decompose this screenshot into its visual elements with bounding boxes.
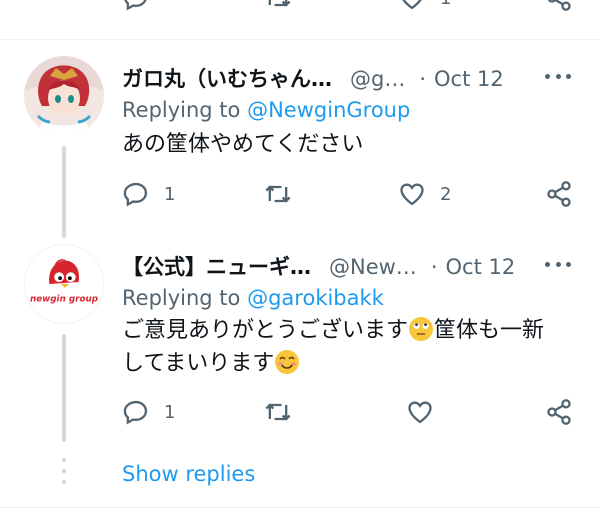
divider bbox=[0, 507, 600, 508]
logo-text: newgin group bbox=[30, 295, 98, 305]
retweet-action[interactable] bbox=[264, 398, 306, 426]
retweet-icon bbox=[265, 185, 291, 203]
replying-label: Replying to bbox=[122, 98, 241, 122]
share-action[interactable] bbox=[545, 398, 573, 426]
heart-icon bbox=[400, 183, 424, 206]
separator-dot: · bbox=[430, 255, 438, 279]
handle[interactable]: @New… bbox=[329, 255, 417, 279]
handle[interactable]: @g… bbox=[350, 67, 405, 91]
retweet-icon bbox=[265, 403, 291, 421]
replying-to: Replying to @NewginGroup bbox=[122, 98, 410, 122]
like-action[interactable] bbox=[406, 398, 448, 426]
like-count: 2 bbox=[440, 183, 452, 205]
more-options-icon[interactable] bbox=[545, 72, 571, 80]
reply-icon bbox=[123, 182, 148, 207]
face-with-rolling-eyes-icon bbox=[408, 316, 434, 342]
heart-icon bbox=[408, 401, 432, 424]
tweet-text-line: ご意見ありがとうございます bbox=[122, 318, 409, 343]
heart-icon bbox=[402, 0, 422, 10]
avatar[interactable]: newgin group bbox=[24, 244, 104, 324]
thread-line bbox=[62, 334, 66, 442]
replying-mention[interactable]: @NewginGroup bbox=[247, 98, 410, 122]
smiling-face-icon bbox=[274, 349, 300, 375]
thread-line bbox=[62, 146, 66, 238]
replying-label: Replying to bbox=[122, 286, 241, 310]
separator-dot: · bbox=[419, 67, 427, 91]
top-share-action[interactable] bbox=[545, 0, 573, 12]
tweet-header: 【公式】ニューギ… @New… · Oct 12 bbox=[122, 251, 515, 281]
reply-action[interactable]: 1 bbox=[122, 180, 175, 208]
tweet-header: ガロ丸（いむちゃん… @g… · Oct 12 bbox=[122, 63, 504, 93]
top-retweet-action[interactable] bbox=[264, 0, 306, 12]
reply-icon bbox=[124, 0, 147, 11]
tweet-text: あの筐体やめてください bbox=[122, 128, 363, 161]
top-like-action[interactable]: 1 bbox=[398, 0, 451, 12]
top-reply-action[interactable] bbox=[122, 0, 164, 12]
tweet-text-line: 筐体も一新 bbox=[434, 318, 545, 343]
tweet-text-line: してまいります bbox=[122, 351, 275, 376]
show-replies-link[interactable]: Show replies bbox=[122, 462, 255, 486]
timestamp[interactable]: Oct 12 bbox=[434, 67, 504, 91]
replying-to: Replying to @garokibakk bbox=[122, 286, 384, 310]
tweet-text-line: あの筐体やめてください bbox=[122, 132, 364, 157]
top-like-count: 1 bbox=[440, 0, 451, 9]
divider bbox=[0, 39, 600, 40]
like-action[interactable]: 2 bbox=[398, 180, 451, 208]
avatar[interactable] bbox=[24, 56, 104, 136]
timestamp[interactable]: Oct 12 bbox=[446, 255, 516, 279]
newgin-logo-image: newgin group bbox=[25, 245, 103, 323]
retweet-action[interactable] bbox=[264, 180, 306, 208]
retweet-icon bbox=[268, 0, 291, 7]
share-icon bbox=[547, 181, 571, 207]
reply-icon bbox=[123, 400, 148, 425]
reply-action[interactable]: 1 bbox=[122, 398, 175, 426]
thread-continuation-dots bbox=[62, 458, 66, 484]
anime-avatar-image bbox=[24, 56, 104, 136]
share-icon bbox=[547, 0, 571, 11]
replying-mention[interactable]: @garokibakk bbox=[247, 286, 384, 310]
reply-count: 1 bbox=[164, 183, 176, 205]
reply-count: 1 bbox=[164, 401, 176, 423]
share-action[interactable] bbox=[545, 180, 573, 208]
display-name[interactable]: ガロ丸（いむちゃん… bbox=[122, 63, 332, 93]
tweet-text: ご意見ありがとうございます 筐体も一新 してまいります bbox=[122, 314, 582, 380]
more-options-icon[interactable] bbox=[545, 260, 571, 268]
share-icon bbox=[547, 399, 571, 425]
display-name[interactable]: 【公式】ニューギ… bbox=[122, 251, 311, 281]
